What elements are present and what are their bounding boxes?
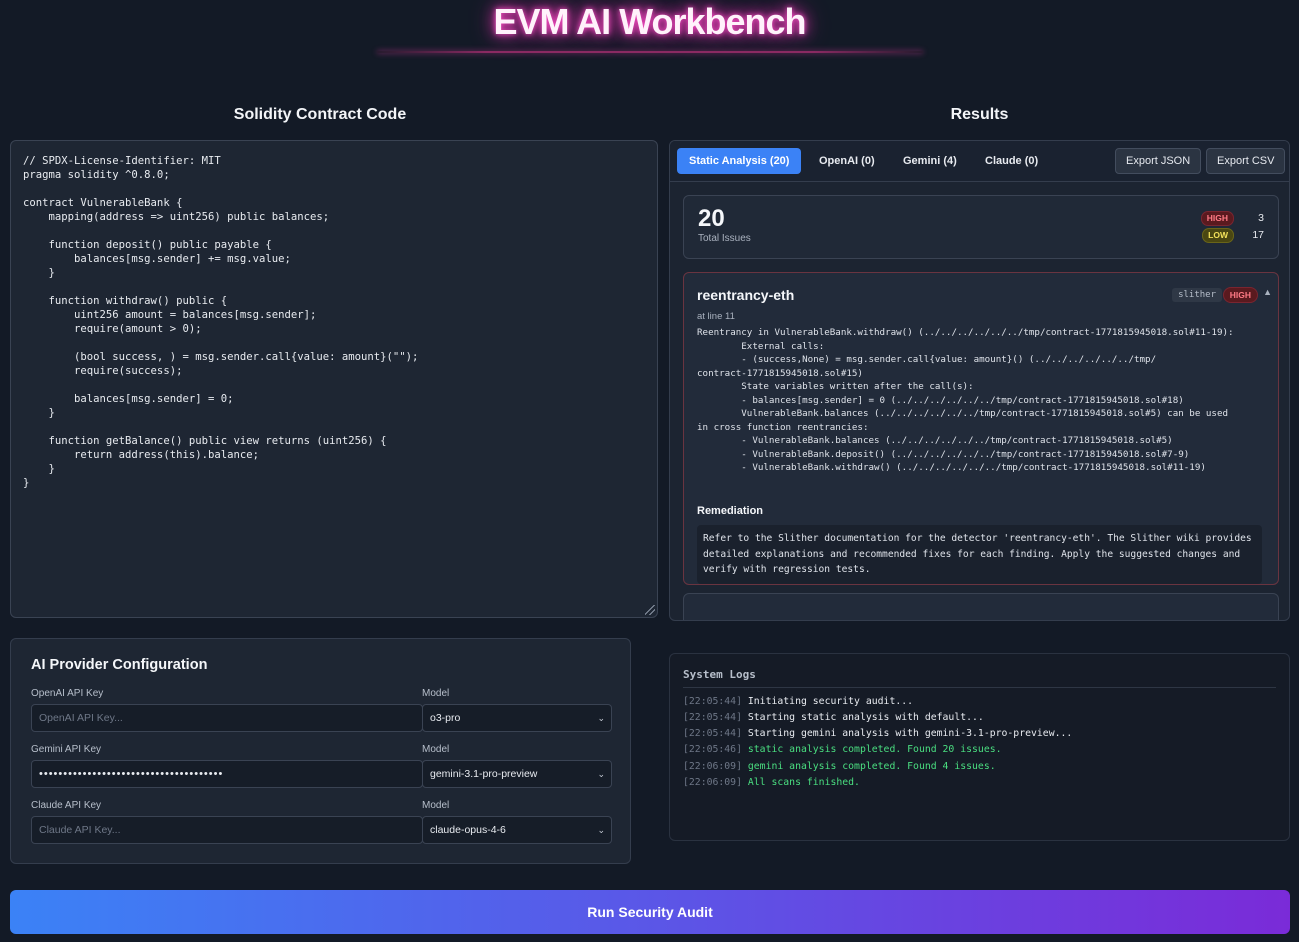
- claude-key-label: Claude API Key: [31, 800, 102, 811]
- log-entry: [22:06:09] All scans finished.: [683, 776, 860, 790]
- high-severity-badge: HIGH: [1200, 211, 1234, 226]
- log-time: [22:06:09]: [683, 761, 742, 772]
- collapse-chevron-icon[interactable]: ▲: [1263, 287, 1272, 297]
- resize-grip-icon[interactable]: [645, 605, 655, 615]
- results-panel: Static Analysis (20) OpenAI (0) Gemini (…: [669, 140, 1290, 621]
- high-severity-row: HIGH 3: [1164, 211, 1264, 226]
- low-severity-badge: LOW: [1202, 228, 1234, 243]
- log-text: static analysis completed. Found 20 issu…: [747, 744, 1002, 755]
- log-entry: [22:06:09] gemini analysis completed. Fo…: [683, 760, 996, 774]
- results-scroll-area[interactable]: 20 Total Issues HIGH 3 LOW 17 reentrancy…: [670, 182, 1289, 620]
- log-time: [22:05:46]: [683, 744, 742, 755]
- total-issues-label: Total Issues: [698, 233, 751, 244]
- claude-model-value: claude-opus-4-6: [430, 824, 506, 836]
- chevron-down-icon: ⌄: [597, 825, 605, 835]
- app-title: EVM AI Workbench: [493, 1, 806, 42]
- logs-divider: [683, 687, 1276, 688]
- gemini-model-select[interactable]: gemini-3.1-pro-preview ⌄: [422, 760, 612, 788]
- log-text: All scans finished.: [747, 777, 860, 788]
- claude-model-label: Model: [422, 800, 450, 811]
- tab-gemini[interactable]: Gemini (4): [891, 148, 969, 174]
- export-csv-button[interactable]: Export CSV: [1206, 148, 1286, 174]
- next-finding-card[interactable]: [683, 593, 1279, 620]
- finding-line: at line 11: [697, 311, 735, 322]
- contract-code-text[interactable]: // SPDX-License-Identifier: MIT pragma s…: [23, 154, 645, 490]
- log-entry: [22:05:44] Starting gemini analysis with…: [683, 727, 1072, 741]
- ai-provider-config-panel: AI Provider Configuration OpenAI API Key…: [10, 638, 631, 864]
- export-json-button[interactable]: Export JSON: [1115, 148, 1202, 174]
- log-text: Initiating security audit...: [747, 696, 914, 707]
- tool-badge: slither: [1172, 288, 1222, 302]
- gemini-key-input[interactable]: ••••••••••••••••••••••••••••••••••••••: [31, 760, 423, 788]
- low-severity-count: 17: [1252, 229, 1264, 241]
- log-text: gemini analysis completed. Found 4 issue…: [747, 761, 996, 772]
- system-logs-panel: System Logs [22:05:44] Initiating securi…: [669, 653, 1290, 841]
- tab-claude[interactable]: Claude (0): [973, 148, 1050, 174]
- log-time: [22:05:44]: [683, 728, 742, 739]
- chevron-down-icon: ⌄: [597, 713, 605, 723]
- remediation-heading: Remediation: [697, 505, 764, 517]
- finding-title: reentrancy-eth: [697, 287, 795, 303]
- log-entry: [22:05:44] Starting static analysis with…: [683, 711, 984, 725]
- finding-description: Reentrancy in VulnerableBank.withdraw() …: [697, 327, 1234, 473]
- log-time: [22:05:44]: [683, 696, 742, 707]
- remediation-text: Refer to the Slither documentation for t…: [697, 525, 1262, 584]
- log-time: [22:06:09]: [683, 777, 742, 788]
- contract-code-editor[interactable]: // SPDX-License-Identifier: MIT pragma s…: [10, 140, 658, 618]
- total-issues-count: 20: [698, 205, 725, 232]
- openai-model-select[interactable]: o3-pro ⌄: [422, 704, 612, 732]
- run-security-audit-button[interactable]: Run Security Audit: [10, 890, 1290, 934]
- openai-key-label: OpenAI API Key: [31, 688, 104, 699]
- high-severity-count: 3: [1258, 212, 1264, 224]
- tab-openai[interactable]: OpenAI (0): [807, 148, 887, 174]
- gemini-model-label: Model: [422, 744, 450, 755]
- config-title: AI Provider Configuration: [31, 657, 208, 673]
- log-text: Starting static analysis with default...: [747, 712, 984, 723]
- log-time: [22:05:44]: [683, 712, 742, 723]
- results-section-heading: Results: [950, 106, 1009, 123]
- results-tabs: Static Analysis (20) OpenAI (0) Gemini (…: [670, 141, 1289, 182]
- log-entry: [22:05:44] Initiating security audit...: [683, 695, 913, 709]
- finding-card[interactable]: reentrancy-eth slither HIGH ▲ at line 11…: [683, 272, 1279, 585]
- openai-model-label: Model: [422, 688, 450, 699]
- logs-title: System Logs: [683, 668, 756, 681]
- low-severity-row: LOW 17: [1164, 228, 1264, 243]
- finding-severity-badge: HIGH: [1222, 287, 1258, 303]
- gemini-model-value: gemini-3.1-pro-preview: [430, 768, 538, 780]
- log-entry: [22:05:46] static analysis completed. Fo…: [683, 743, 1002, 757]
- gemini-key-label: Gemini API Key: [31, 744, 102, 755]
- log-text: Starting gemini analysis with gemini-3.1…: [747, 728, 1073, 739]
- claude-key-input[interactable]: Claude API Key...: [31, 816, 423, 844]
- openai-model-value: o3-pro: [430, 712, 461, 724]
- tab-static-analysis[interactable]: Static Analysis (20): [677, 148, 802, 174]
- claude-model-select[interactable]: claude-opus-4-6 ⌄: [422, 816, 612, 844]
- code-section-heading: Solidity Contract Code: [233, 106, 407, 123]
- chevron-down-icon: ⌄: [597, 769, 605, 779]
- title-underline: [377, 51, 923, 53]
- openai-key-input[interactable]: OpenAI API Key...: [31, 704, 423, 732]
- summary-card: 20 Total Issues HIGH 3 LOW 17: [683, 195, 1279, 259]
